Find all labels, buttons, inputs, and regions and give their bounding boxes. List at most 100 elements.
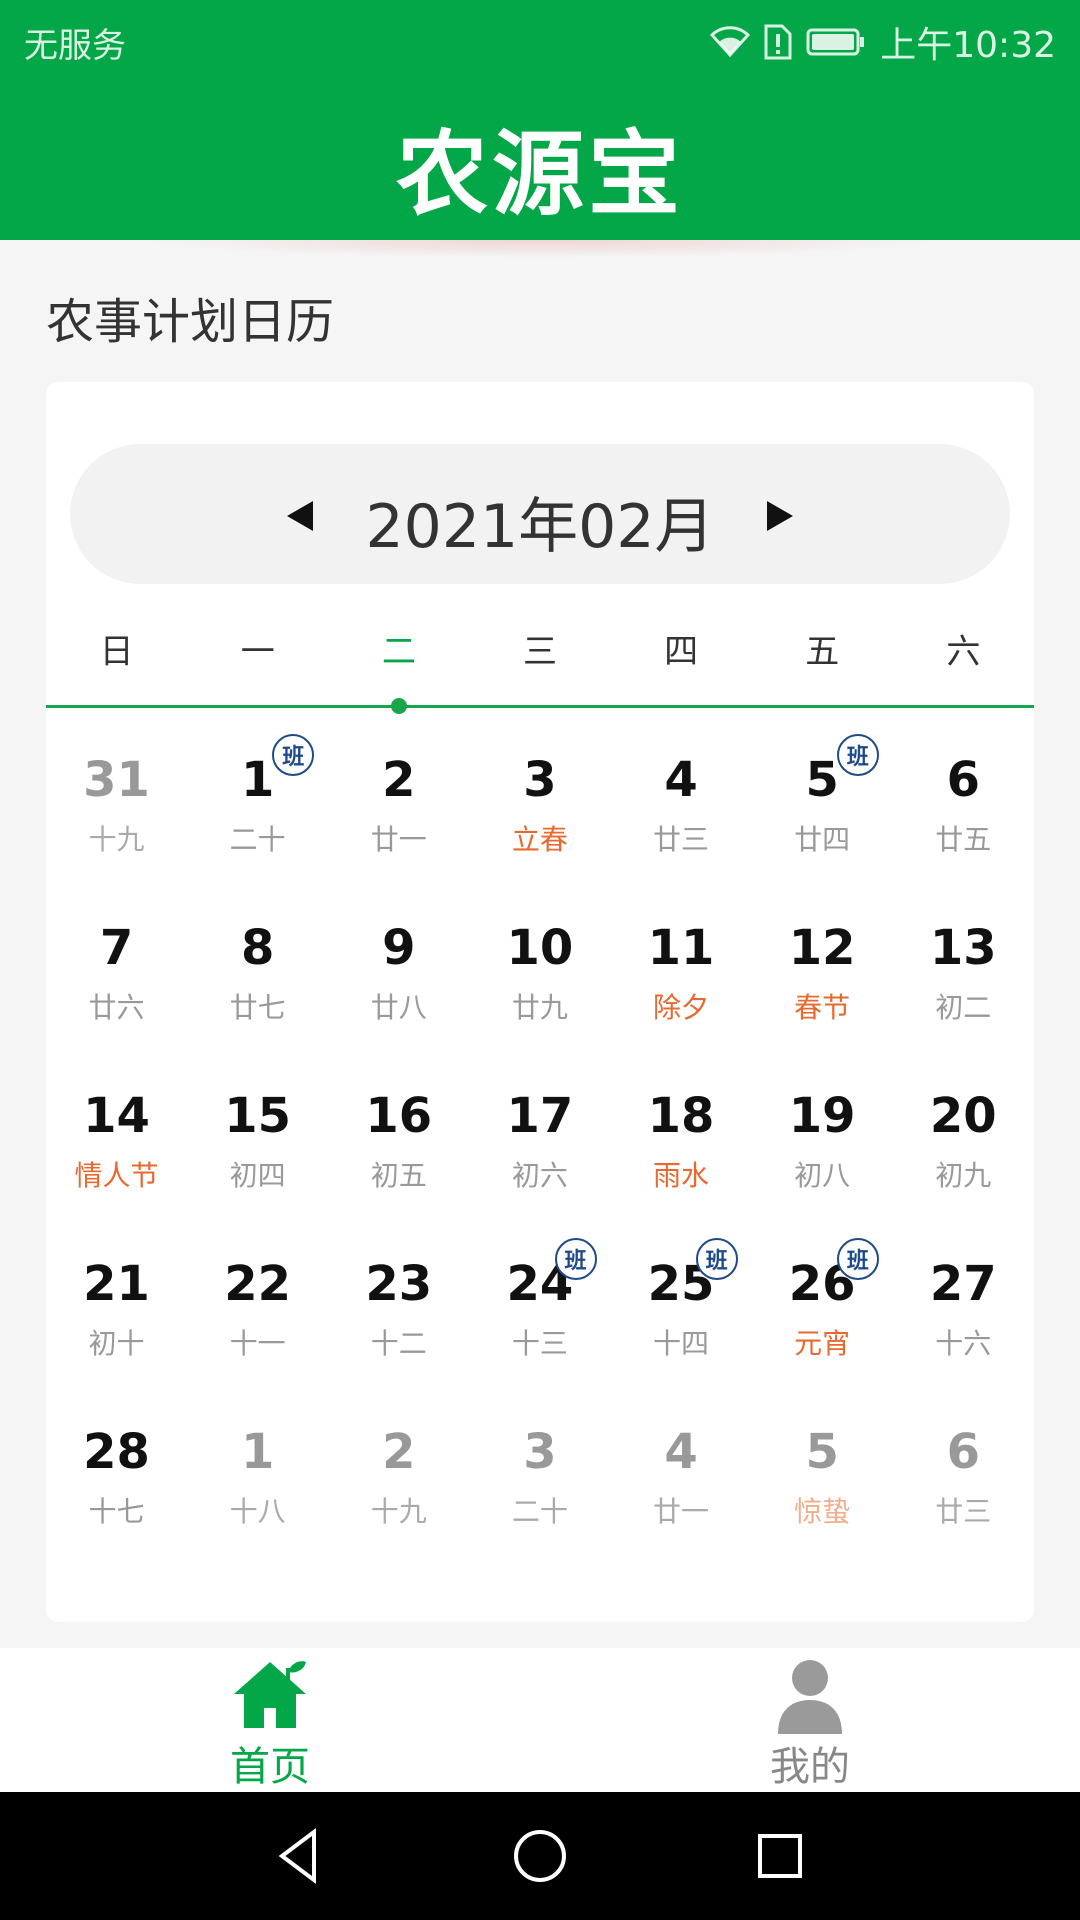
day-number: 13 <box>929 920 997 976</box>
calendar-day[interactable]: 13 初二 <box>893 880 1034 1048</box>
sim-alert-icon <box>764 24 792 60</box>
day-number: 6 <box>946 752 981 808</box>
weekday-underline <box>46 705 1034 708</box>
calendar-day[interactable]: 21 初十 <box>46 1216 187 1384</box>
triangle-right-icon <box>767 501 793 531</box>
calendar-card: 2021年02月 日一二三四五六 31 十九 1 二十班 2 廿一 3 立春 4 廿三 5 廿四班 6 廿… <box>46 382 1034 1622</box>
day-number: 7 <box>99 920 134 976</box>
day-number: 11 <box>647 920 715 976</box>
calendar-week-row: 7 廿六 8 廿七 9 廿八 10 廿九 11 除夕 12 春节 13 初二 <box>46 880 1034 1048</box>
workday-badge: 班 <box>695 1238 738 1280</box>
calendar-day[interactable]: 2 廿一 <box>328 712 469 880</box>
calendar-day[interactable]: 3 二十 <box>469 1384 610 1552</box>
carrier-text: 无服务 <box>24 26 126 66</box>
calendar-day[interactable]: 17 初六 <box>469 1048 610 1216</box>
calendar-day[interactable]: 25 十四班 <box>611 1216 752 1384</box>
lunar-date: 十一 <box>229 1327 286 1360</box>
lunar-date: 十七 <box>88 1495 145 1528</box>
lunar-date: 廿九 <box>511 991 568 1024</box>
month-switcher: 2021年02月 <box>70 444 1010 584</box>
recents-square-icon[interactable] <box>748 1824 812 1888</box>
calendar-day[interactable]: 6 廿三 <box>893 1384 1034 1552</box>
weekday-label: 日 <box>99 632 134 672</box>
weekday-label: 二 <box>381 632 416 672</box>
lunar-date: 十二 <box>370 1327 427 1360</box>
weekday-label: 五 <box>805 632 840 672</box>
lunar-date: 除夕 <box>653 991 710 1024</box>
calendar-day[interactable]: 28 十七 <box>46 1384 187 1552</box>
lunar-date: 情人节 <box>74 1159 159 1192</box>
calendar-day[interactable]: 10 廿九 <box>469 880 610 1048</box>
calendar-day[interactable]: 2 十九 <box>328 1384 469 1552</box>
calendar-day[interactable]: 3 立春 <box>469 712 610 880</box>
calendar-day[interactable]: 24 十三班 <box>469 1216 610 1384</box>
calendar-day[interactable]: 31 十九 <box>46 712 187 880</box>
lunar-date: 廿八 <box>370 991 427 1024</box>
lunar-date: 初二 <box>935 991 992 1024</box>
lunar-date: 十八 <box>229 1495 286 1528</box>
workday-badge: 班 <box>836 734 879 776</box>
calendar-day[interactable]: 23 十二 <box>328 1216 469 1384</box>
calendar-day[interactable]: 18 雨水 <box>611 1048 752 1216</box>
calendar-day[interactable]: 4 廿三 <box>611 712 752 880</box>
calendar-grid: 31 十九 1 二十班 2 廿一 3 立春 4 廿三 5 廿四班 6 廿五 7 廿六 8 廿七 9 廿八 10 廿九 11 除… <box>46 712 1034 1552</box>
calendar-day[interactable]: 8 廿七 <box>187 880 328 1048</box>
calendar-day[interactable]: 5 惊蛰 <box>752 1384 893 1552</box>
day-number: 2 <box>382 1424 416 1480</box>
home-circle-icon[interactable] <box>508 1824 572 1888</box>
lunar-date: 初十 <box>88 1327 145 1360</box>
next-month-button[interactable] <box>760 496 800 536</box>
day-number: 19 <box>788 1088 856 1144</box>
calendar-day[interactable]: 12 春节 <box>752 880 893 1048</box>
weekday-header: 日一二三四五六 <box>46 624 1034 684</box>
calendar-day[interactable]: 27 十六 <box>893 1216 1034 1384</box>
calendar-day[interactable]: 19 初八 <box>752 1048 893 1216</box>
system-nav-bar <box>0 1792 1080 1920</box>
calendar-day[interactable]: 11 除夕 <box>611 880 752 1048</box>
lunar-date: 春节 <box>794 991 851 1024</box>
calendar-day[interactable]: 1 二十班 <box>187 712 328 880</box>
calendar-day[interactable]: 5 廿四班 <box>752 712 893 880</box>
day-number: 28 <box>83 1424 150 1480</box>
lunar-date: 元宵 <box>794 1327 851 1360</box>
calendar-day[interactable]: 20 初九 <box>893 1048 1034 1216</box>
lunar-date: 初五 <box>370 1159 427 1192</box>
calendar-week-row: 28 十七 1 十八 2 十九 3 二十 4 廿一 5 惊蛰 6 廿三 <box>46 1384 1034 1552</box>
calendar-day[interactable]: 15 初四 <box>187 1048 328 1216</box>
battery-icon <box>806 28 865 56</box>
user-icon <box>778 1660 842 1734</box>
bottom-nav: 首页 我的 <box>0 1648 1080 1792</box>
day-number: 23 <box>365 1256 433 1312</box>
lunar-date: 十六 <box>935 1327 992 1360</box>
calendar-week-row: 14 情人节 15 初四 16 初五 17 初六 18 雨水 19 初八 20 初九 <box>46 1048 1034 1216</box>
calendar-day[interactable]: 1 十八 <box>187 1384 328 1552</box>
calendar-day[interactable]: 9 廿八 <box>328 880 469 1048</box>
back-icon[interactable] <box>268 1824 332 1888</box>
calendar-day[interactable]: 26 元宵班 <box>752 1216 893 1384</box>
lunar-date: 十三 <box>511 1327 568 1360</box>
wifi-icon <box>710 26 751 58</box>
calendar-day[interactable]: 14 情人节 <box>46 1048 187 1216</box>
home-icon <box>234 1661 306 1728</box>
lunar-date: 初六 <box>511 1159 568 1192</box>
lunar-date: 廿七 <box>229 991 286 1024</box>
calendar-day[interactable]: 22 十一 <box>187 1216 328 1384</box>
lunar-date: 立春 <box>511 823 568 856</box>
nav-home[interactable]: 首页 <box>0 1648 540 1792</box>
day-number: 8 <box>240 920 275 976</box>
weekday-label: 三 <box>522 632 557 672</box>
nav-mine[interactable]: 我的 <box>540 1648 1080 1792</box>
month-label: 2021年02月 <box>365 492 715 562</box>
day-number: 31 <box>83 752 150 808</box>
calendar-day[interactable]: 7 廿六 <box>46 880 187 1048</box>
calendar-day[interactable]: 16 初五 <box>328 1048 469 1216</box>
lunar-date: 惊蛰 <box>794 1495 851 1528</box>
day-number: 16 <box>365 1088 433 1144</box>
day-number: 10 <box>506 920 574 976</box>
day-number: 4 <box>664 1424 698 1480</box>
day-number: 9 <box>382 920 416 976</box>
calendar-day[interactable]: 6 廿五 <box>893 712 1034 880</box>
day-number: 5 <box>805 1424 839 1480</box>
calendar-day[interactable]: 4 廿一 <box>611 1384 752 1552</box>
status-time: 上午10:32 <box>880 25 1056 66</box>
